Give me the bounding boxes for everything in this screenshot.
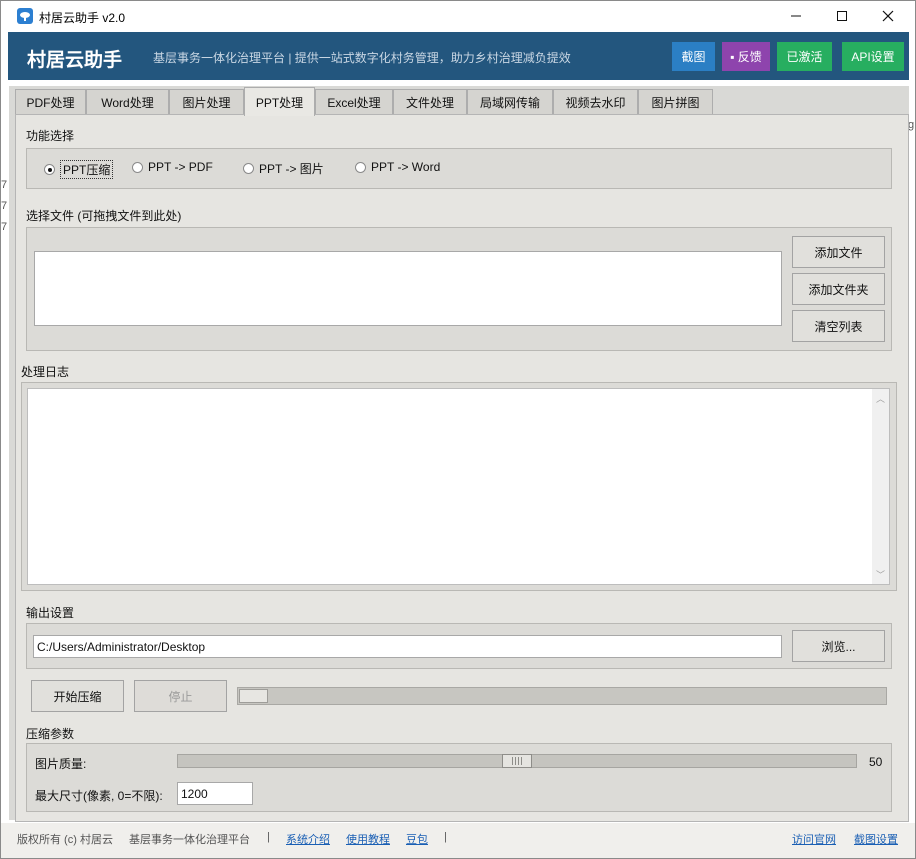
radio-ppt-to-image[interactable]: PPT -> 图片 <box>243 160 324 177</box>
progress-indicator <box>239 689 268 703</box>
quality-slider[interactable] <box>177 754 857 768</box>
footer-link-intro[interactable]: 系统介绍 <box>286 831 330 847</box>
tab-image[interactable]: 图片处理 <box>169 89 244 115</box>
radio-ppt-to-pdf[interactable]: PPT -> PDF <box>132 160 213 174</box>
radio-label: PPT -> PDF <box>148 160 213 174</box>
radio-ppt-to-word[interactable]: PPT -> Word <box>355 160 440 174</box>
radio-ppt-compress[interactable]: PPT压缩 <box>44 160 114 179</box>
max-size-input[interactable]: 1200 <box>177 782 253 805</box>
max-size-label: 最大尺寸(像素, 0=不限): <box>35 789 163 803</box>
footer-platform: 基层事务一体化治理平台 <box>129 834 250 846</box>
tab-image-collage[interactable]: 图片拼图 <box>638 89 713 115</box>
scroll-down-icon[interactable]: ﹀ <box>876 568 885 581</box>
footer-link-website[interactable]: 访问官网 <box>792 831 836 847</box>
tab-ppt[interactable]: PPT处理 <box>244 87 315 116</box>
footer-separator: | <box>267 831 270 843</box>
footer: 版权所有 (c) 村居云 基层事务一体化治理平台 | 系统介绍 使用教程 豆包 … <box>1 823 915 858</box>
browse-button[interactable]: 浏览... <box>792 630 885 662</box>
radio-label: PPT -> 图片 <box>259 162 324 176</box>
radio-dot-icon <box>243 163 254 174</box>
quality-slider-thumb[interactable] <box>502 754 532 768</box>
radio-dot-icon <box>44 164 55 175</box>
footer-separator: | <box>444 831 447 843</box>
edge-glyph: 7 <box>1 179 8 191</box>
start-compress-button[interactable]: 开始压缩 <box>31 680 124 712</box>
screenshot-button[interactable]: 截图 <box>672 42 715 71</box>
output-settings-label: 输出设置 <box>26 606 75 620</box>
minimize-icon <box>791 15 801 17</box>
api-settings-button[interactable]: API设置 <box>842 42 904 71</box>
maximize-button[interactable] <box>819 1 865 31</box>
tab-pdf[interactable]: PDF处理 <box>15 89 86 115</box>
app-window: 村居云助手 v2.0 村居云助手 基层事务一体化治理平台 | 提供一站式数字化村… <box>0 0 916 859</box>
add-file-button[interactable]: 添加文件 <box>792 236 885 268</box>
radio-dot-icon <box>132 161 143 173</box>
file-select-label: 选择文件 (可拖拽文件到此处) <box>26 209 182 223</box>
stop-button[interactable]: 停止 <box>134 680 227 712</box>
footer-link-tutorial[interactable]: 使用教程 <box>346 831 390 847</box>
banner-title: 村居云助手 <box>27 50 123 71</box>
header-banner: 村居云助手 基层事务一体化治理平台 | 提供一站式数字化村务管理，助力乡村治理减… <box>8 32 909 80</box>
maximize-icon <box>837 11 847 21</box>
compress-params-label: 压缩参数 <box>26 727 75 741</box>
tab-video-watermark[interactable]: 视频去水印 <box>553 89 638 115</box>
tab-excel[interactable]: Excel处理 <box>315 89 393 115</box>
minimize-button[interactable] <box>773 1 819 31</box>
close-icon <box>882 10 894 22</box>
banner-subtitle: 基层事务一体化治理平台 | 提供一站式数字化村务管理，助力乡村治理减负提效 <box>153 51 571 65</box>
feedback-button[interactable]: ▪ 反馈 <box>722 42 770 71</box>
activated-button[interactable]: 已激活 <box>777 42 832 71</box>
footer-link-screenshot-settings[interactable]: 截图设置 <box>854 831 898 847</box>
title-bar: 村居云助手 v2.0 <box>1 1 915 31</box>
close-button[interactable] <box>865 1 911 31</box>
log-textarea[interactable]: ︿ ﹀ <box>27 388 890 585</box>
radio-label: PPT压缩 <box>60 160 114 179</box>
log-label: 处理日志 <box>21 365 70 379</box>
tab-word[interactable]: Word处理 <box>86 89 169 115</box>
radio-dot-icon <box>355 161 366 173</box>
add-folder-button[interactable]: 添加文件夹 <box>792 273 885 305</box>
quality-value: 50 <box>869 755 883 769</box>
log-scrollbar[interactable]: ︿ ﹀ <box>872 389 889 584</box>
output-path-input[interactable]: C:/Users/Administrator/Desktop <box>33 635 782 658</box>
cloud-logo-icon <box>17 8 33 24</box>
tab-lan-transfer[interactable]: 局域网传输 <box>467 89 553 115</box>
edge-glyph: 7 <box>1 221 8 233</box>
window-title: 村居云助手 v2.0 <box>39 11 126 25</box>
tab-file[interactable]: 文件处理 <box>393 89 467 115</box>
function-select-label: 功能选择 <box>26 129 75 143</box>
quality-label: 图片质量: <box>35 757 87 771</box>
progress-bar <box>237 687 887 705</box>
footer-copyright: 版权所有 (c) 村居云 <box>17 834 113 846</box>
scroll-up-icon[interactable]: ︿ <box>876 392 885 405</box>
footer-link-doubao[interactable]: 豆包 <box>406 831 428 847</box>
file-list[interactable] <box>34 251 782 326</box>
clear-list-button[interactable]: 清空列表 <box>792 310 885 342</box>
edge-glyph: 7 <box>1 200 8 212</box>
radio-label: PPT -> Word <box>371 160 441 174</box>
